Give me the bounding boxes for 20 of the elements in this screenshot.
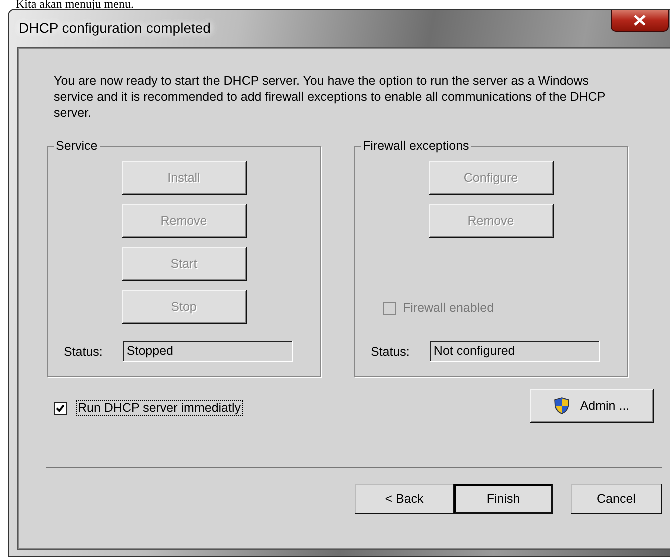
footer-button[interactable]: < Back bbox=[355, 484, 454, 514]
status-label: Status: bbox=[64, 344, 103, 358]
checkmark-icon bbox=[56, 404, 65, 412]
close-icon bbox=[634, 15, 646, 26]
close-button[interactable] bbox=[611, 10, 669, 32]
admin-button[interactable]: Admin ... bbox=[530, 389, 654, 423]
checkbox-label: Firewall enabled bbox=[403, 301, 494, 315]
group-title: Service bbox=[55, 139, 99, 153]
window-title: DHCP configuration completed bbox=[19, 20, 211, 36]
status-label: Status: bbox=[371, 344, 410, 358]
footer-button[interactable]: Cancel bbox=[571, 484, 662, 514]
caption-text: Kita akan menuju menu. bbox=[15, 0, 135, 9]
status-field: Stopped bbox=[122, 341, 293, 362]
intro-text: You are now ready to start the DHCP server. You have the option to run the server as a Windows service and it is recommended to add firewall exceptions to enable all communications of the DHCP server. bbox=[54, 73, 606, 121]
checkbox-label: Run DHCP server immediatly bbox=[76, 400, 244, 416]
footer-button[interactable]: Finish bbox=[454, 484, 553, 514]
group-title: Firewall exceptions bbox=[362, 139, 470, 153]
shield-icon bbox=[554, 397, 570, 415]
status-field: Not configured bbox=[430, 341, 600, 362]
checkbox[interactable] bbox=[54, 402, 67, 414]
